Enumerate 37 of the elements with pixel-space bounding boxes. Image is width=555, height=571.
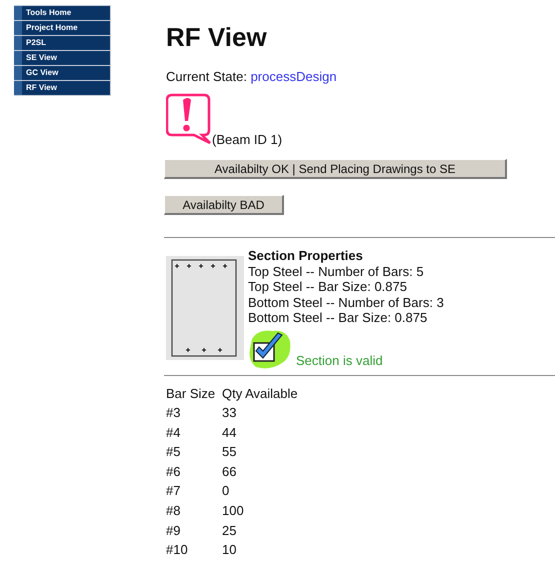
page-title: RF View (166, 22, 267, 52)
section-property-text: Bottom Steel -- Number of Bars: 3 (248, 294, 444, 310)
availability-ok-button[interactable]: Availabilty OK | Send Placing Drawings to SE (164, 159, 507, 179)
section-property-text: Top Steel -- Bar Size: 0.875 (248, 279, 408, 294)
sidebar-item[interactable]: GC View (14, 66, 110, 80)
table-cell-text: #4 (165, 424, 182, 442)
table-cell-text: #7 (165, 482, 182, 500)
table-cell-text: 100 (221, 502, 245, 520)
sidebar-item[interactable]: Project Home (14, 21, 110, 35)
section-heading: Section Properties (248, 248, 364, 264)
section-property-text: Bottom Steel -- Bar Size: 0.875 (248, 310, 428, 326)
table-cell-text: 0 (221, 482, 230, 500)
table-cell-text: 10 (221, 541, 238, 560)
table-cell-text: 44 (221, 424, 238, 442)
alert-icon (166, 93, 212, 145)
table-cell-text: #9 (165, 522, 182, 540)
checkbox-check-icon (248, 328, 292, 368)
table-cell-text: 25 (221, 522, 238, 540)
section-status-text: Section is valid (296, 353, 383, 368)
table-cell-text: 33 (221, 404, 238, 422)
availability-bad-button[interactable]: Availabilty BAD (164, 195, 284, 215)
table-cell-text: #10 (165, 541, 189, 560)
table-cell-text: 66 (221, 462, 238, 481)
table-cell-text: #8 (165, 502, 182, 520)
section-property-text: Top Steel -- Number of Bars: 5 (248, 264, 425, 279)
sidebar-item[interactable]: Tools Home (14, 6, 110, 20)
table-cell-text: #3 (165, 404, 182, 422)
sidebar-item[interactable]: RF View (14, 81, 110, 95)
current-state-text: Current State: processDesign (166, 69, 338, 84)
table-cell-text: #5 (165, 443, 182, 462)
column-header: Qty Available (221, 384, 299, 403)
beam-id-text: (Beam ID 1) (212, 132, 282, 147)
sidebar-item[interactable]: P2SL (14, 36, 110, 50)
table-cell-text: #6 (165, 462, 182, 481)
table-cell-text: 55 (221, 443, 238, 462)
column-header: Bar Size (165, 384, 216, 402)
sidebar-item[interactable]: SE View (14, 51, 110, 65)
